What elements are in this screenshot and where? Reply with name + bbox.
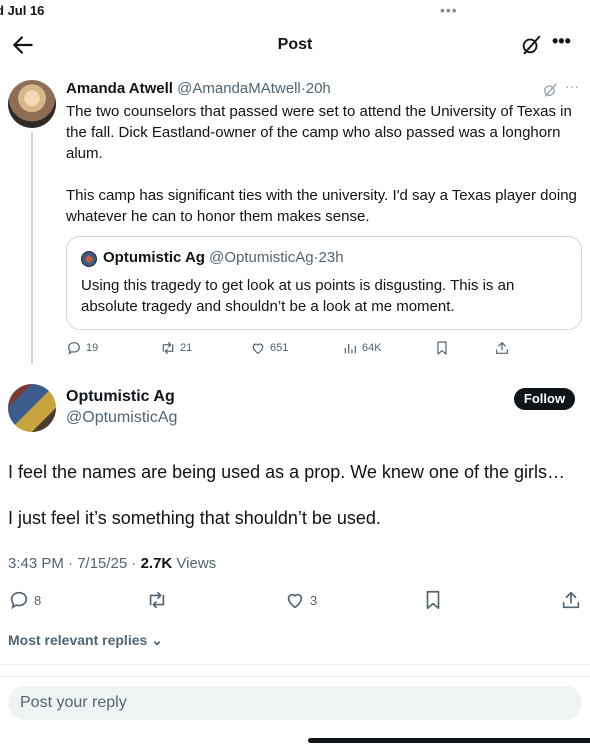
author-name: Optumistic Ag xyxy=(103,249,205,266)
reply-button[interactable]: 19 xyxy=(66,340,98,356)
main-post-actions: 8 3 xyxy=(8,589,583,611)
parent-more-button[interactable]: ··· xyxy=(565,78,579,94)
share-button[interactable] xyxy=(494,340,510,356)
chevron-down-icon: ⌄ xyxy=(151,632,163,648)
author-name[interactable]: Amanda Atwell xyxy=(66,80,173,97)
multitasking-dots[interactable]: ••• xyxy=(440,2,458,18)
status-bar: d Jul 16 ••• xyxy=(0,0,590,22)
parent-post-body: The two counselors that passed were set … xyxy=(66,101,586,248)
status-time: d Jul 16 xyxy=(0,3,45,18)
share-icon xyxy=(496,342,508,354)
author-handle: @OptumisticAg xyxy=(209,249,314,266)
top-bar: Post ••• xyxy=(0,28,590,64)
quoted-post-header: Optumistic Ag @OptumisticAg·23h xyxy=(103,249,344,266)
more-icon: ••• xyxy=(552,31,571,51)
author-handle[interactable]: @AmandaMAtwell xyxy=(177,80,301,97)
post-metadata: 3:43 PM · 7/15/25 · 2.7K Views xyxy=(8,555,216,572)
like-count: 651 xyxy=(270,342,289,354)
views-count: 64K xyxy=(362,342,382,354)
post-paragraph: I just feel it’s something that shouldn’… xyxy=(8,508,381,528)
avatar xyxy=(81,251,97,267)
views-icon xyxy=(344,344,356,354)
avatar[interactable] xyxy=(8,80,56,128)
reply-count: 19 xyxy=(86,342,99,354)
avatar[interactable] xyxy=(8,384,56,432)
post-paragraph: I feel the names are being used as a pro… xyxy=(8,462,565,482)
follow-button[interactable]: Follow xyxy=(514,388,575,410)
repost-button[interactable] xyxy=(146,589,172,611)
views-count: 2.7K xyxy=(140,555,173,572)
main-post-body: I feel the names are being used as a pro… xyxy=(8,460,583,552)
replies-sort-label: Most relevant replies xyxy=(8,632,148,648)
post-paragraph: This camp has significant ties with the … xyxy=(66,187,577,225)
views-label: Views xyxy=(172,555,217,572)
home-indicator[interactable] xyxy=(308,738,590,743)
reply-button[interactable]: 8 xyxy=(8,589,41,611)
like-button[interactable]: 651 xyxy=(250,340,288,356)
bookmark-icon xyxy=(437,341,447,355)
author-handle[interactable]: @OptumisticAg xyxy=(66,409,177,427)
quoted-post[interactable]: Optumistic Ag @OptumisticAg·23h Using th… xyxy=(66,236,582,330)
repost-icon xyxy=(162,342,174,354)
bookmark-button[interactable] xyxy=(434,340,450,356)
post-time[interactable]: 20h xyxy=(306,80,331,97)
share-icon xyxy=(562,591,580,609)
bookmark-icon xyxy=(426,590,440,610)
heart-icon xyxy=(252,343,264,355)
more-options-button[interactable]: ••• xyxy=(552,31,571,52)
repost-count: 21 xyxy=(180,342,193,354)
post-time: 23h xyxy=(318,249,344,266)
grok-icon xyxy=(544,83,557,97)
like-button[interactable]: 3 xyxy=(284,589,317,611)
like-count: 3 xyxy=(310,592,318,608)
parent-post-actions: 19 21 651 64K xyxy=(66,340,586,360)
parent-grok-button[interactable] xyxy=(542,82,558,98)
reply-input[interactable]: Post your reply xyxy=(8,686,582,720)
bookmark-button[interactable] xyxy=(422,589,444,611)
repost-icon xyxy=(149,591,165,609)
reply-icon xyxy=(68,342,80,355)
reply-icon xyxy=(10,591,28,610)
reply-count: 8 xyxy=(34,592,42,608)
post-timestamp[interactable]: 3:43 PM · 7/15/25 · xyxy=(8,555,141,572)
divider xyxy=(0,676,590,677)
quoted-post-text: Using this tragedy to get look at us poi… xyxy=(81,277,515,315)
page-title: Post xyxy=(277,36,313,53)
share-button[interactable] xyxy=(560,589,582,611)
thread-connector xyxy=(31,132,33,364)
replies-sort-toggle[interactable]: Most relevant replies ⌄ xyxy=(8,632,163,649)
author-name[interactable]: Optumistic Ag xyxy=(66,388,175,406)
views-button[interactable]: 64K xyxy=(342,340,382,356)
parent-post-header: Amanda Atwell @AmandaMAtwell·20h xyxy=(66,80,331,97)
grok-icon xyxy=(522,35,541,55)
repost-button[interactable]: 21 xyxy=(160,340,192,356)
grok-button[interactable] xyxy=(520,34,542,56)
divider xyxy=(0,664,590,665)
post-paragraph: The two counselors that passed were set … xyxy=(66,103,572,162)
heart-icon xyxy=(287,593,303,609)
